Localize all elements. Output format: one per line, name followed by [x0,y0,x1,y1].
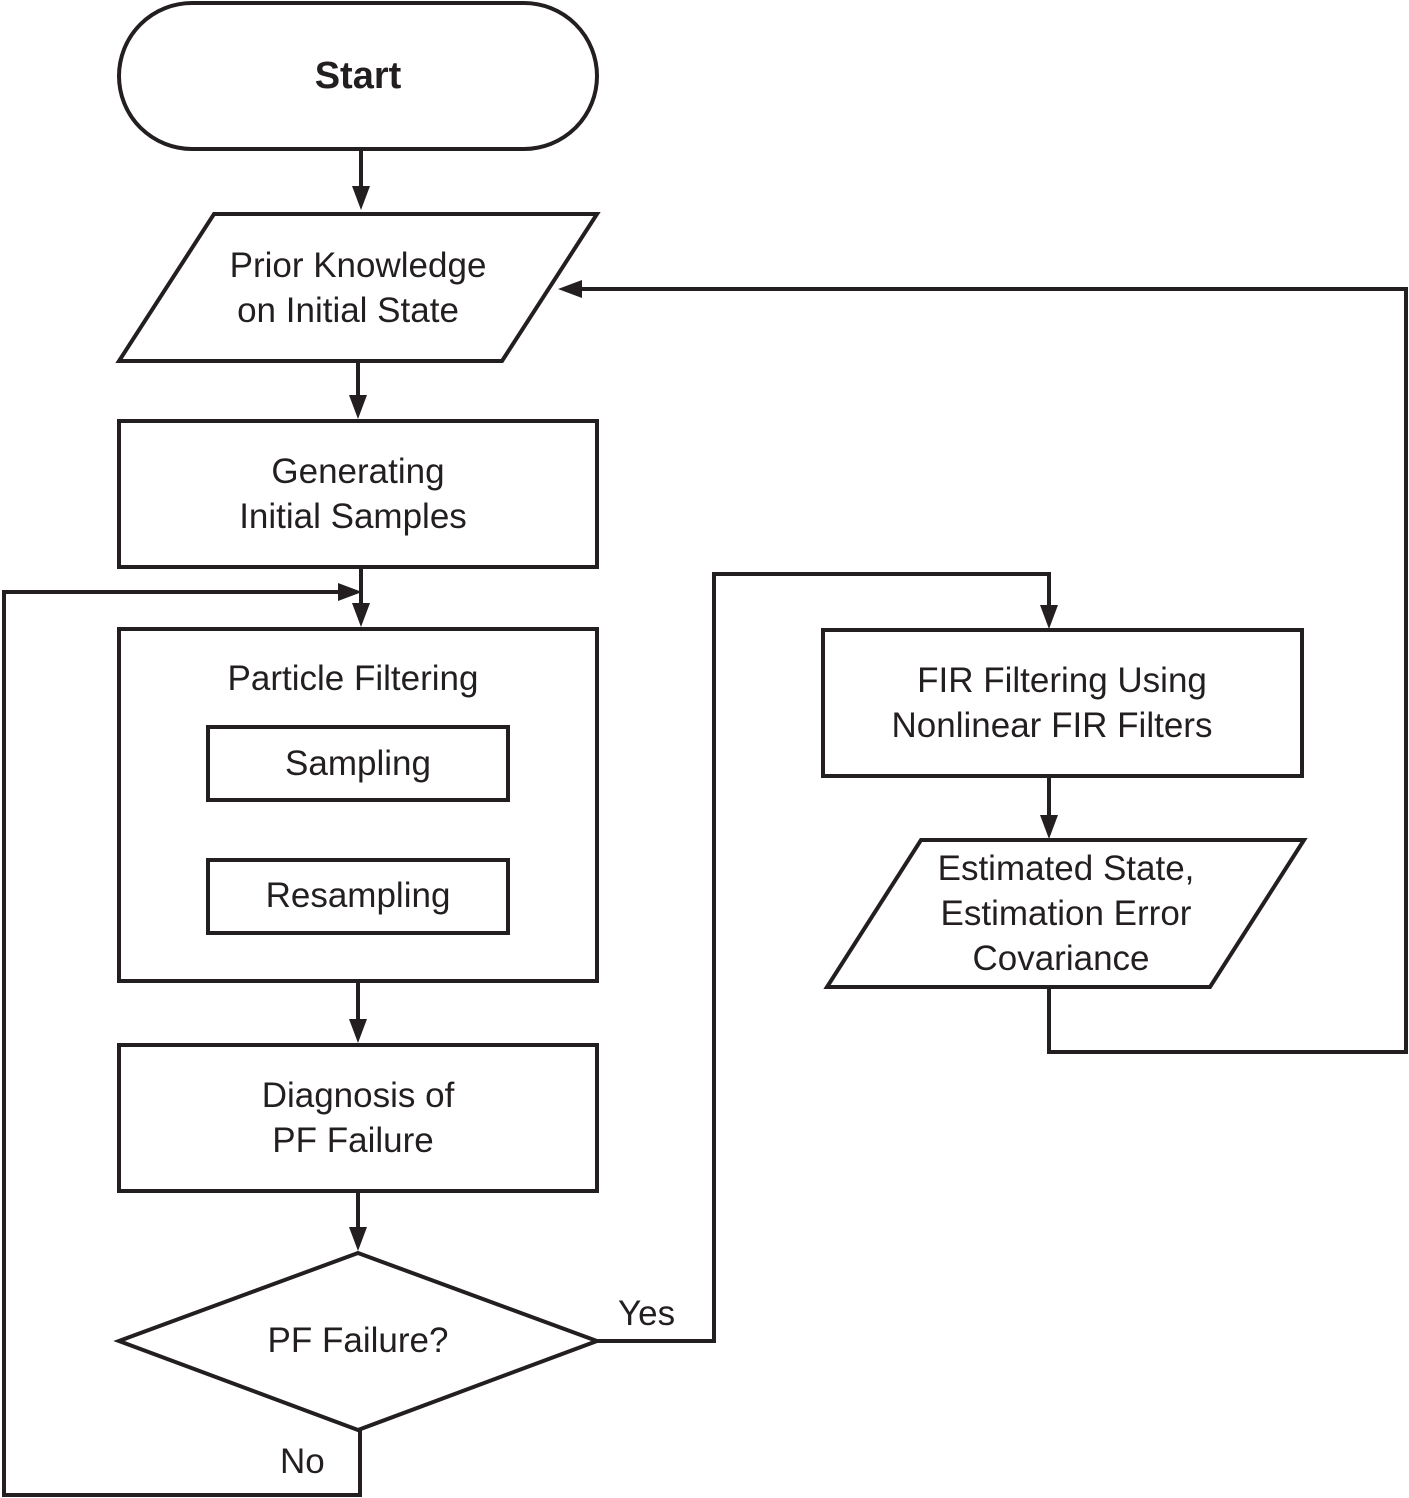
node-fir-line1: FIR Filtering Using [917,661,1207,700]
arrowhead-icon [352,186,370,210]
node-estimated-line3: Covariance [972,939,1149,978]
node-sampling-label: Sampling [285,744,431,783]
node-generating-line2: Initial Samples [239,497,467,536]
node-prior-knowledge-line1: Prior Knowledge [230,246,487,285]
node-resampling: Resampling [206,858,510,935]
arrowhead-icon [338,583,362,601]
node-sampling: Sampling [206,725,510,802]
node-pf-failure-decision: PF Failure? [113,1250,603,1433]
node-fir-line2: Nonlinear FIR Filters [892,706,1213,745]
node-prior-knowledge: Prior Knowledge on Initial State [115,212,601,363]
arrowhead-icon [1040,815,1058,839]
arrowhead-icon [349,395,367,419]
arrowhead-icon [349,1227,367,1251]
arrowhead-icon [352,603,370,627]
node-start-label: Start [315,55,402,97]
node-start: Start [117,1,599,151]
node-generating-samples: Generating Initial Samples [117,419,599,569]
arrowhead-icon [349,1019,367,1043]
node-fir-filtering: FIR Filtering Using Nonlinear FIR Filter… [821,628,1304,778]
node-resampling-label: Resampling [266,876,451,915]
arrowhead-icon [558,280,582,298]
arrowhead-icon [1040,605,1058,629]
flowchart: Start Prior Knowledge on Initial State G… [2,1,1408,1497]
node-estimated-line2: Estimation Error [941,894,1192,933]
node-particle-filtering-label: Particle Filtering [228,659,479,698]
node-prior-knowledge-line2: on Initial State [237,291,459,330]
node-diagnosis-line1: Diagnosis of [262,1076,455,1115]
node-estimated-line1: Estimated State, [938,849,1195,888]
node-estimated-state: Estimated State, Estimation Error Covari… [823,838,1308,989]
node-generating-line1: Generating [271,452,444,491]
node-diagnosis-line2: PF Failure [272,1121,433,1160]
node-pf-failure-label: PF Failure? [268,1321,449,1360]
node-diagnosis: Diagnosis of PF Failure [117,1043,599,1193]
edge-label-no: No [280,1442,325,1481]
edge-label-yes: Yes [618,1294,675,1333]
